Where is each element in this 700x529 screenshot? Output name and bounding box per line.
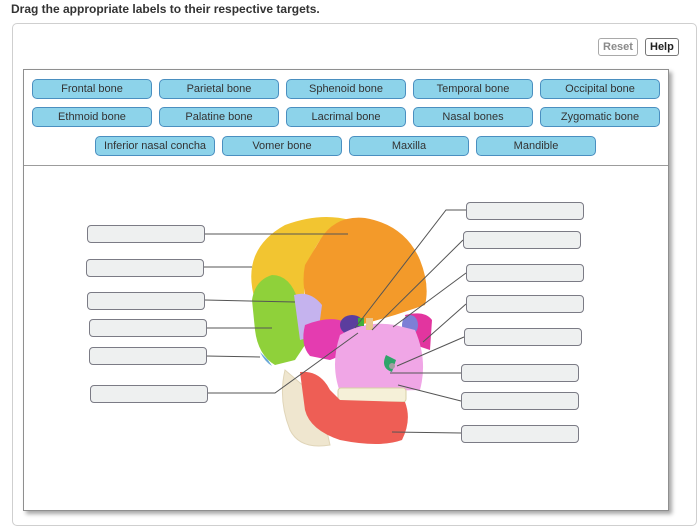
lacrimal-accent xyxy=(358,318,364,326)
skull-illustration xyxy=(251,216,432,447)
ethmoid-accent xyxy=(366,318,373,330)
drop-target-right-6[interactable] xyxy=(461,364,579,382)
maxilla-shape xyxy=(335,323,424,392)
drop-target-left-4[interactable] xyxy=(89,319,207,337)
inferior-concha-accent xyxy=(389,363,395,369)
drop-target-left-3[interactable] xyxy=(87,292,205,310)
drop-target-left-6[interactable] xyxy=(90,385,208,403)
drop-target-right-3[interactable] xyxy=(466,264,584,282)
leader-line xyxy=(397,384,462,402)
drop-target-left-1[interactable] xyxy=(87,225,205,243)
drop-target-right-8[interactable] xyxy=(461,425,579,443)
drop-target-right-4[interactable] xyxy=(466,295,584,313)
drop-target-left-2[interactable] xyxy=(86,259,204,277)
leader-line xyxy=(205,355,261,358)
drop-target-left-5[interactable] xyxy=(89,347,207,365)
drop-target-right-7[interactable] xyxy=(461,392,579,410)
drop-target-right-5[interactable] xyxy=(464,328,582,346)
drop-target-right-2[interactable] xyxy=(463,231,581,249)
drop-target-right-1[interactable] xyxy=(466,202,584,220)
teeth xyxy=(337,387,407,403)
